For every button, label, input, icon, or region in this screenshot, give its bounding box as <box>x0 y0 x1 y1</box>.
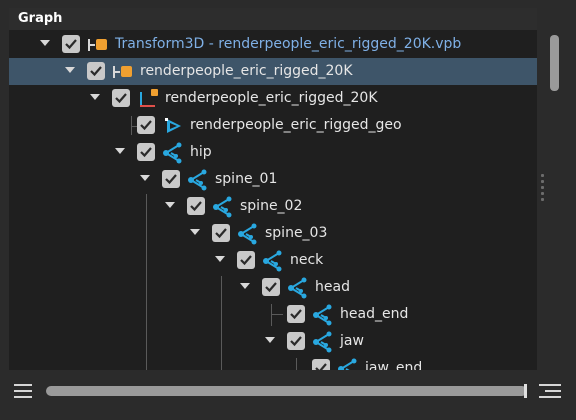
tree-row[interactable]: spine_03 <box>9 220 537 247</box>
horizontal-scrollbar[interactable] <box>46 384 527 398</box>
joint-icon <box>312 331 334 353</box>
tree-row[interactable]: head_end <box>9 301 537 328</box>
tree-row[interactable]: renderpeople_eric_rigged_20K <box>9 85 537 112</box>
visibility-checkbox[interactable] <box>212 224 230 242</box>
visibility-checkbox[interactable] <box>137 116 155 134</box>
tree-row[interactable]: jaw_end <box>9 355 537 370</box>
vertical-scrollbar[interactable] <box>550 35 559 91</box>
tree-node-label: jaw <box>340 333 364 349</box>
tree-row[interactable]: spine_02 <box>9 193 537 220</box>
tree-node-label: head <box>315 279 350 295</box>
visibility-checkbox[interactable] <box>187 197 205 215</box>
tree-node-label: jaw_end <box>365 360 423 370</box>
visibility-checkbox[interactable] <box>87 62 105 80</box>
expand-arrow[interactable] <box>265 337 275 343</box>
tree-node-label: renderpeople_eric_rigged_20K <box>165 90 378 106</box>
joint-icon <box>187 169 209 191</box>
tree-row[interactable]: neck <box>9 247 537 274</box>
graph-panel: Transform3D - renderpeople_eric_rigged_2… <box>9 8 537 370</box>
axes-icon <box>137 88 159 110</box>
tree-row[interactable]: hip <box>9 139 537 166</box>
joint-icon <box>262 250 284 272</box>
joint-icon <box>212 196 234 218</box>
visibility-checkbox[interactable] <box>137 143 155 161</box>
tree-node-label: head_end <box>340 306 409 322</box>
panel-header: Graph <box>9 8 537 30</box>
joint-icon <box>162 142 184 164</box>
tree-row[interactable]: renderpeople_eric_rigged_geo <box>9 112 537 139</box>
visibility-checkbox[interactable] <box>62 35 80 53</box>
expand-arrow[interactable] <box>115 148 125 154</box>
resize-grip-icon[interactable] <box>541 174 544 208</box>
tree-node-label: spine_01 <box>215 171 278 187</box>
joint-icon <box>337 358 359 370</box>
tree-node-label: hip <box>190 144 212 160</box>
visibility-checkbox[interactable] <box>262 278 280 296</box>
expand-arrow[interactable] <box>40 40 50 46</box>
tree-row[interactable]: jaw <box>9 328 537 355</box>
visibility-checkbox[interactable] <box>237 251 255 269</box>
tree-node-label: spine_02 <box>240 198 303 214</box>
visibility-checkbox[interactable] <box>162 170 180 188</box>
joint-icon <box>237 223 259 245</box>
tree-row-selected[interactable]: renderpeople_eric_rigged_20K <box>9 58 537 85</box>
tree-node-label: Transform3D - renderpeople_eric_rigged_2… <box>115 36 462 52</box>
tree-node-label: renderpeople_eric_rigged_geo <box>190 117 402 133</box>
visibility-checkbox[interactable] <box>112 89 130 107</box>
expand-arrow[interactable] <box>240 283 250 289</box>
geometry-icon <box>162 115 184 137</box>
expand-arrow[interactable] <box>65 67 75 73</box>
expand-arrow[interactable] <box>90 94 100 100</box>
tree-node-label: spine_03 <box>265 225 328 241</box>
joint-icon <box>287 277 309 299</box>
transform-icon <box>111 61 133 83</box>
tree-view[interactable]: Transform3D - renderpeople_eric_rigged_2… <box>9 8 537 370</box>
expand-arrow[interactable] <box>215 256 225 262</box>
expand-arrow[interactable] <box>140 175 150 181</box>
tree-row[interactable]: head <box>9 274 537 301</box>
hamburger-icon[interactable] <box>14 384 32 398</box>
joint-icon <box>312 304 334 326</box>
panel-title: Graph <box>18 11 63 26</box>
visibility-checkbox[interactable] <box>287 332 305 350</box>
tree-row[interactable]: spine_01 <box>9 166 537 193</box>
scrollbar-end-cap <box>524 384 527 398</box>
tree-row[interactable]: Transform3D - renderpeople_eric_rigged_2… <box>9 31 537 58</box>
visibility-checkbox[interactable] <box>312 359 330 370</box>
visibility-checkbox[interactable] <box>287 305 305 323</box>
expand-arrow[interactable] <box>165 202 175 208</box>
list-align-icon[interactable] <box>539 384 561 398</box>
tree-node-label: renderpeople_eric_rigged_20K <box>140 63 353 79</box>
tree-node-label: neck <box>290 252 324 268</box>
expand-arrow[interactable] <box>190 229 200 235</box>
transform-icon <box>86 34 108 56</box>
